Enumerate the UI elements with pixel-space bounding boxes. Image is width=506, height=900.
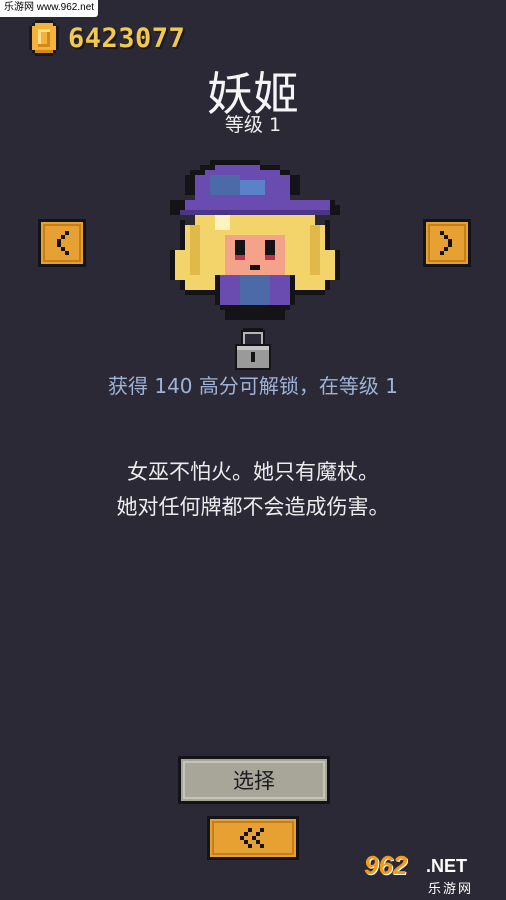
unlock-requirement: 获得 140 高分可解锁，在等级 1 — [108, 374, 398, 398]
lock-icon — [235, 328, 271, 370]
coin-icon — [29, 20, 59, 56]
select-button-label: 选择 — [233, 769, 275, 793]
chevron-right-icon — [440, 231, 452, 255]
next-character-button[interactable] — [423, 219, 471, 267]
character-level: 等级 1 — [224, 114, 282, 136]
chevron-left-icon — [57, 231, 69, 255]
description-line: 女巫不怕火。她只有魔杖。 — [127, 460, 379, 484]
description-line: 她对任何牌都不会造成伤害。 — [116, 495, 390, 519]
character-description: 女巫不怕火。她只有魔杖。 她对任何牌都不会造成伤害。 — [0, 455, 506, 525]
double-chevron-left-icon — [240, 828, 264, 848]
logo-net: .NET — [426, 856, 468, 876]
site-logo: 962 .NET 乐游网 — [364, 850, 502, 898]
coin-count: 6423077 — [68, 22, 186, 54]
back-button[interactable] — [207, 816, 299, 860]
select-button[interactable]: 选择 — [178, 756, 330, 804]
watermark: 乐游网 www.962.net — [0, 0, 99, 17]
witch-character-sprite — [170, 160, 340, 320]
logo-subtitle: 乐游网 — [428, 881, 474, 896]
coin-counter: 6423077 — [26, 18, 185, 58]
previous-character-button[interactable] — [38, 219, 86, 267]
logo-number: 962 — [364, 850, 408, 880]
